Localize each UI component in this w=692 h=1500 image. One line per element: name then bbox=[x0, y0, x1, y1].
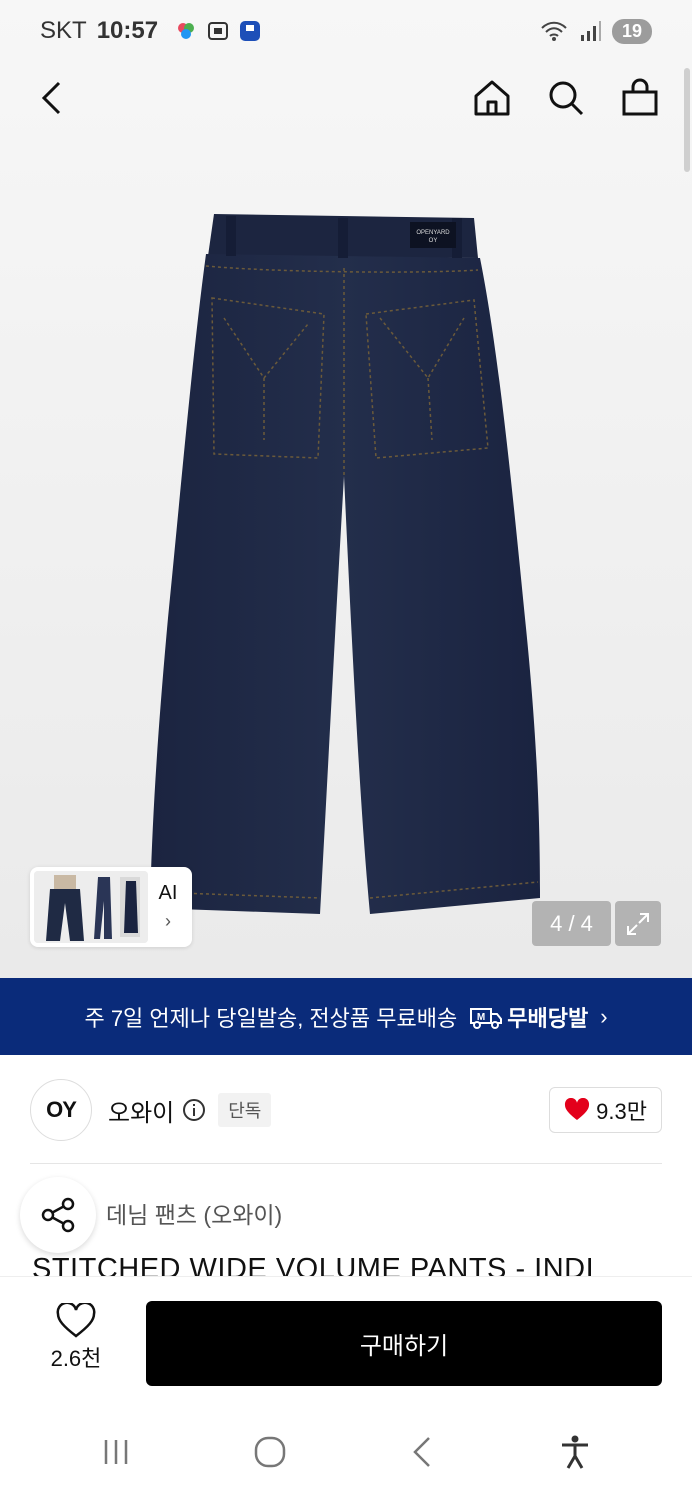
signal-icon bbox=[581, 21, 601, 41]
chevron-right-icon: › bbox=[600, 1003, 608, 1029]
clock: 10:57 bbox=[96, 17, 159, 44]
brand-logo[interactable]: OY bbox=[30, 1079, 92, 1141]
search-icon bbox=[549, 81, 584, 116]
share-button[interactable] bbox=[20, 1177, 96, 1253]
brand-like-button[interactable]: 9.3만 bbox=[549, 1087, 662, 1133]
ai-recommend-thumbnail-card[interactable]: AI › bbox=[30, 867, 192, 947]
heart-filled-icon bbox=[565, 1098, 590, 1120]
thumbnail-image bbox=[34, 871, 148, 943]
product-category[interactable]: 데님 팬츠 (오와이) bbox=[106, 1196, 282, 1230]
svg-text:M: M bbox=[477, 1012, 485, 1023]
shopping-bag-icon bbox=[622, 78, 658, 116]
back-nav-icon[interactable] bbox=[407, 1435, 437, 1469]
expand-image-button[interactable] bbox=[615, 901, 661, 946]
expand-icon bbox=[627, 912, 649, 935]
brand-label-line1: OPENYARD bbox=[416, 230, 450, 236]
search-button[interactable] bbox=[544, 76, 588, 120]
exclusive-badge: 단독 bbox=[218, 1093, 272, 1127]
battery-indicator: 19 bbox=[612, 18, 652, 44]
info-icon[interactable] bbox=[182, 1098, 206, 1122]
image-page-counter: 4 / 4 bbox=[532, 901, 611, 946]
wishlist-button[interactable]: 2.6천 bbox=[30, 1303, 122, 1373]
top-nav-bar bbox=[0, 62, 692, 134]
chevron-right-icon: › bbox=[165, 911, 171, 931]
app-notification-icon bbox=[178, 23, 195, 39]
share-icon bbox=[41, 1197, 75, 1233]
product-image-gallery[interactable]: OPENYARD OY AI › 4 / 4 bbox=[0, 0, 692, 978]
screen-capture-icon bbox=[208, 22, 229, 40]
home-button[interactable] bbox=[470, 76, 514, 120]
wifi-icon bbox=[541, 21, 567, 41]
status-bar: SKT 10:57 19 bbox=[0, 0, 692, 62]
home-nav-icon[interactable] bbox=[253, 1435, 287, 1469]
carrier-label: SKT bbox=[40, 17, 87, 44]
shipping-text: 주 7일 언제나 당일발송, 전상품 무료배송 bbox=[84, 1005, 458, 1031]
ai-label: AI bbox=[158, 882, 178, 904]
cart-button[interactable] bbox=[618, 76, 662, 120]
back-arrow-icon bbox=[41, 81, 61, 115]
divider bbox=[30, 1163, 662, 1164]
free-shipping-badge: M 무배당발 bbox=[469, 1001, 588, 1033]
product-title: STITCHED WIDE VOLUME PANTS - INDI bbox=[32, 1253, 595, 1276]
free-shipping-badge-label: 무배당발 bbox=[507, 1005, 589, 1031]
wishlist-count: 2.6천 bbox=[50, 1346, 102, 1371]
heart-outline-icon bbox=[56, 1303, 96, 1338]
bank-app-icon bbox=[240, 21, 261, 41]
system-navigation-bar bbox=[0, 1404, 692, 1500]
accessibility-icon[interactable] bbox=[558, 1434, 592, 1470]
recent-apps-icon[interactable] bbox=[100, 1436, 132, 1468]
purchase-bar: 2.6천 구매하기 bbox=[0, 1276, 692, 1404]
brand-label-line2: OY bbox=[429, 238, 438, 244]
scrollbar-thumb[interactable] bbox=[684, 68, 690, 172]
home-icon bbox=[474, 80, 510, 116]
brand-row: OY 오와이 단독 9.3만 bbox=[30, 1078, 662, 1142]
brand-name[interactable]: 오와이 bbox=[108, 1093, 174, 1128]
shipping-banner[interactable]: 주 7일 언제나 당일발송, 전상품 무료배송 M 무배당발 › bbox=[0, 978, 692, 1055]
product-image-denim-pants: OPENYARD OY bbox=[148, 208, 548, 920]
delivery-truck-icon: M bbox=[470, 1007, 503, 1029]
back-button[interactable] bbox=[30, 76, 74, 120]
buy-button[interactable]: 구매하기 bbox=[146, 1301, 662, 1386]
brand-like-count: 9.3만 bbox=[596, 1099, 647, 1124]
